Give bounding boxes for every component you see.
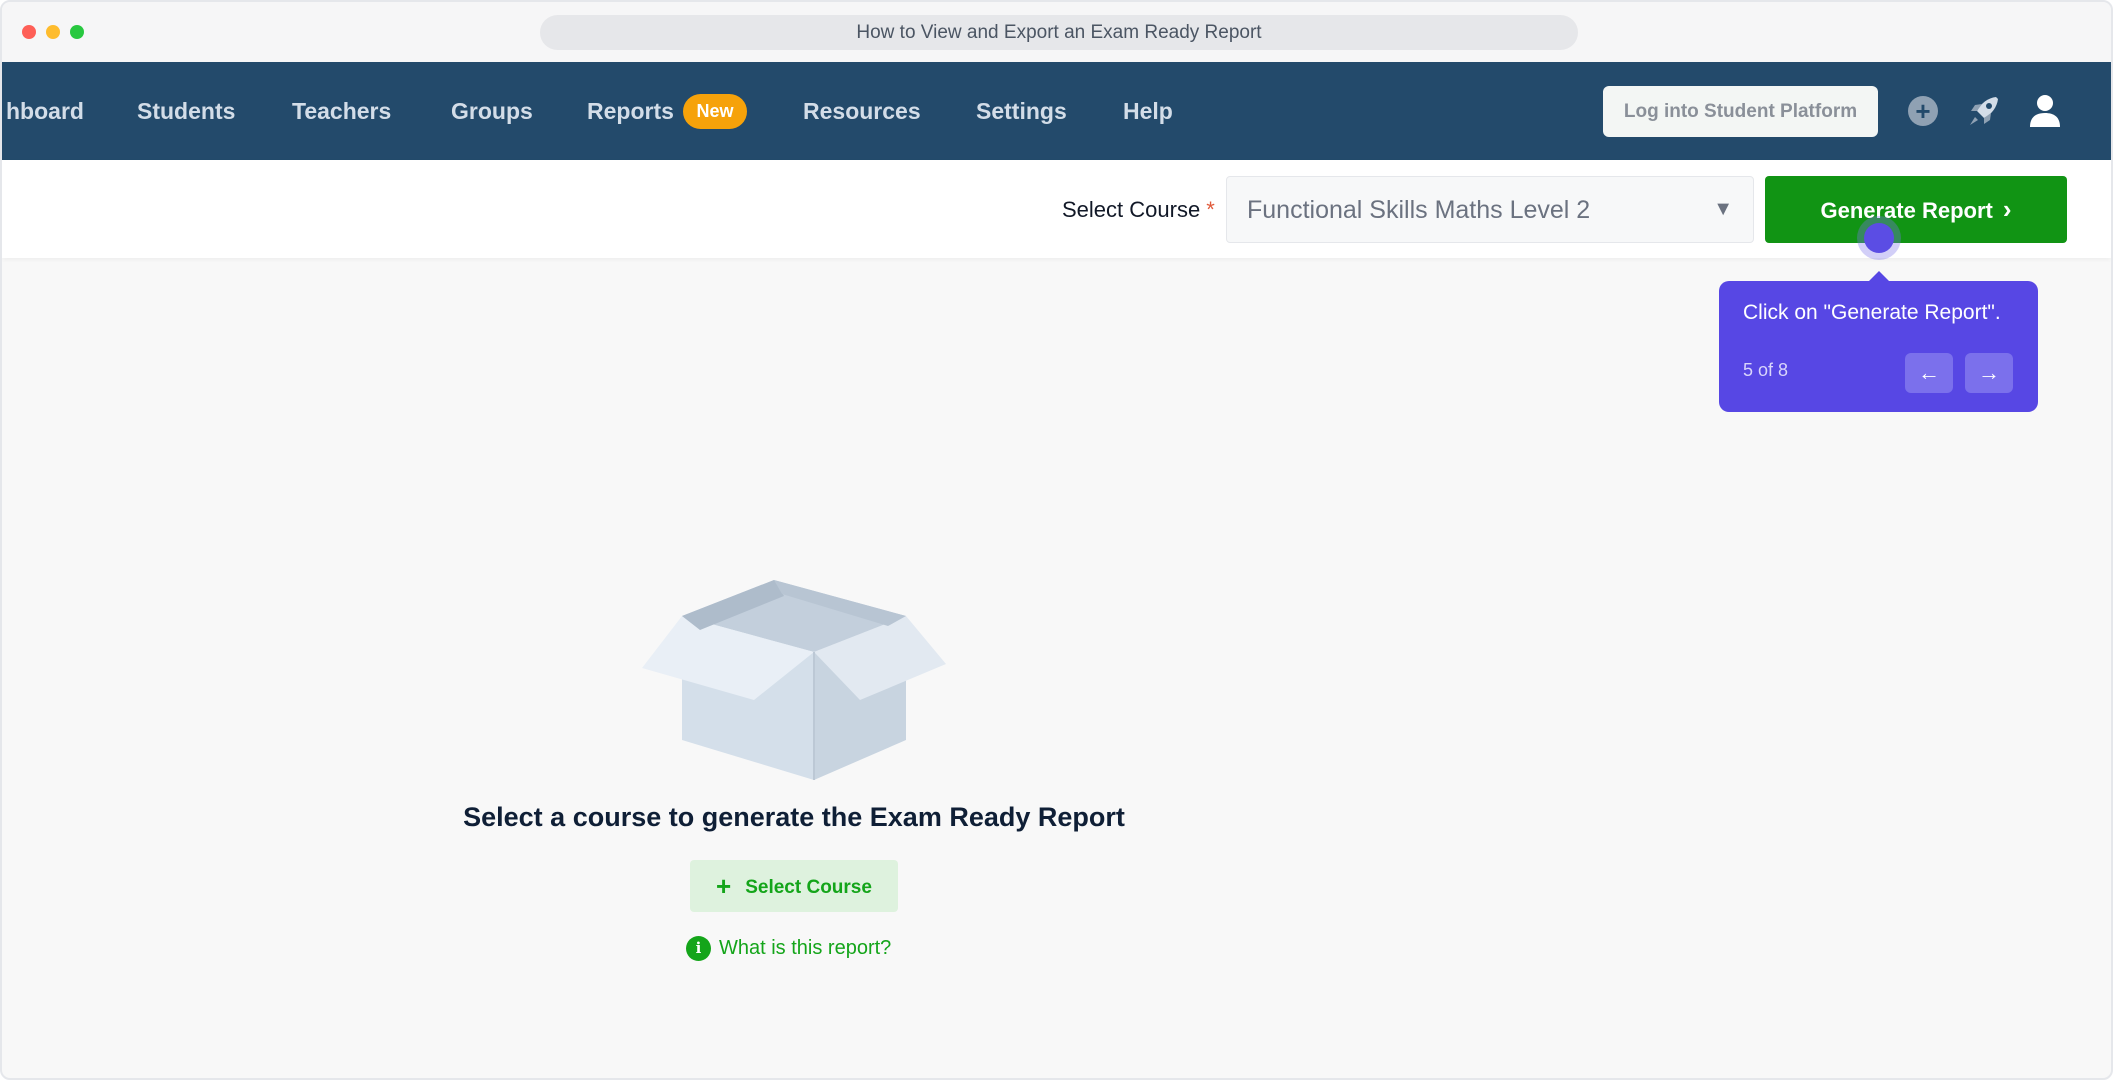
plus-icon: + [716, 871, 732, 901]
required-marker: * [1206, 197, 1215, 222]
tooltip-arrow [1869, 271, 1889, 281]
course-select-value: Functional Skills Maths Level 2 [1247, 196, 1591, 224]
select-course-label-text: Select Course [1062, 197, 1201, 222]
course-select[interactable]: Functional Skills Maths Level 2 ▼ [1226, 176, 1754, 243]
rocket-icon[interactable] [1966, 93, 2002, 129]
chevron-right-icon: › [2002, 194, 2012, 224]
tooltip-prev-button[interactable]: ← [1905, 353, 1953, 393]
nav-item-students[interactable]: Students [137, 62, 235, 160]
tooltip-next-button[interactable]: → [1965, 353, 2013, 393]
add-icon[interactable]: + [1908, 96, 1938, 126]
select-course-button[interactable]: + Select Course [690, 860, 898, 912]
nav-item-dashboard[interactable]: hboard [6, 62, 84, 160]
address-bar[interactable]: How to View and Export an Exam Ready Rep… [540, 15, 1578, 50]
nav-item-teachers[interactable]: Teachers [292, 62, 391, 160]
nav-item-resources[interactable]: Resources [803, 62, 921, 160]
tooltip-instruction: Click on "Generate Report". [1743, 301, 2001, 324]
app-window: How to View and Export an Exam Ready Rep… [0, 0, 2113, 1080]
select-course-button-label: Select Course [745, 877, 872, 898]
empty-box-illustration [642, 580, 946, 780]
maximize-window-dot[interactable] [70, 25, 84, 39]
nav-item-settings[interactable]: Settings [976, 62, 1067, 160]
nav-item-groups[interactable]: Groups [451, 62, 533, 160]
nav-item-help[interactable]: Help [1123, 62, 1173, 160]
info-icon: i [686, 936, 711, 961]
chevron-down-icon: ▼ [1713, 198, 1733, 220]
info-link-text: What is this report? [719, 937, 892, 959]
minimize-window-dot[interactable] [46, 25, 60, 39]
nav-item-reports[interactable]: Reports [587, 62, 674, 160]
login-student-platform-button[interactable]: Log into Student Platform [1603, 86, 1878, 137]
reports-new-badge: New [683, 94, 747, 129]
user-avatar-icon[interactable] [2028, 93, 2062, 129]
browser-titlebar: How to View and Export an Exam Ready Rep… [2, 2, 2111, 62]
guide-tooltip: Click on "Generate Report". 5 of 8 ← → [1719, 281, 2038, 412]
generate-report-label: Generate Report [1820, 198, 1993, 223]
click-indicator-dot [1864, 223, 1894, 253]
select-course-label: Select Course * [1062, 197, 1215, 223]
close-window-dot[interactable] [22, 25, 36, 39]
tooltip-step-counter: 5 of 8 [1743, 360, 1789, 380]
generate-report-button[interactable]: Generate Report › [1765, 176, 2067, 243]
what-is-this-report-link[interactable]: i What is this report? [686, 936, 891, 966]
empty-state-title: Select a course to generate the Exam Rea… [463, 802, 1125, 832]
